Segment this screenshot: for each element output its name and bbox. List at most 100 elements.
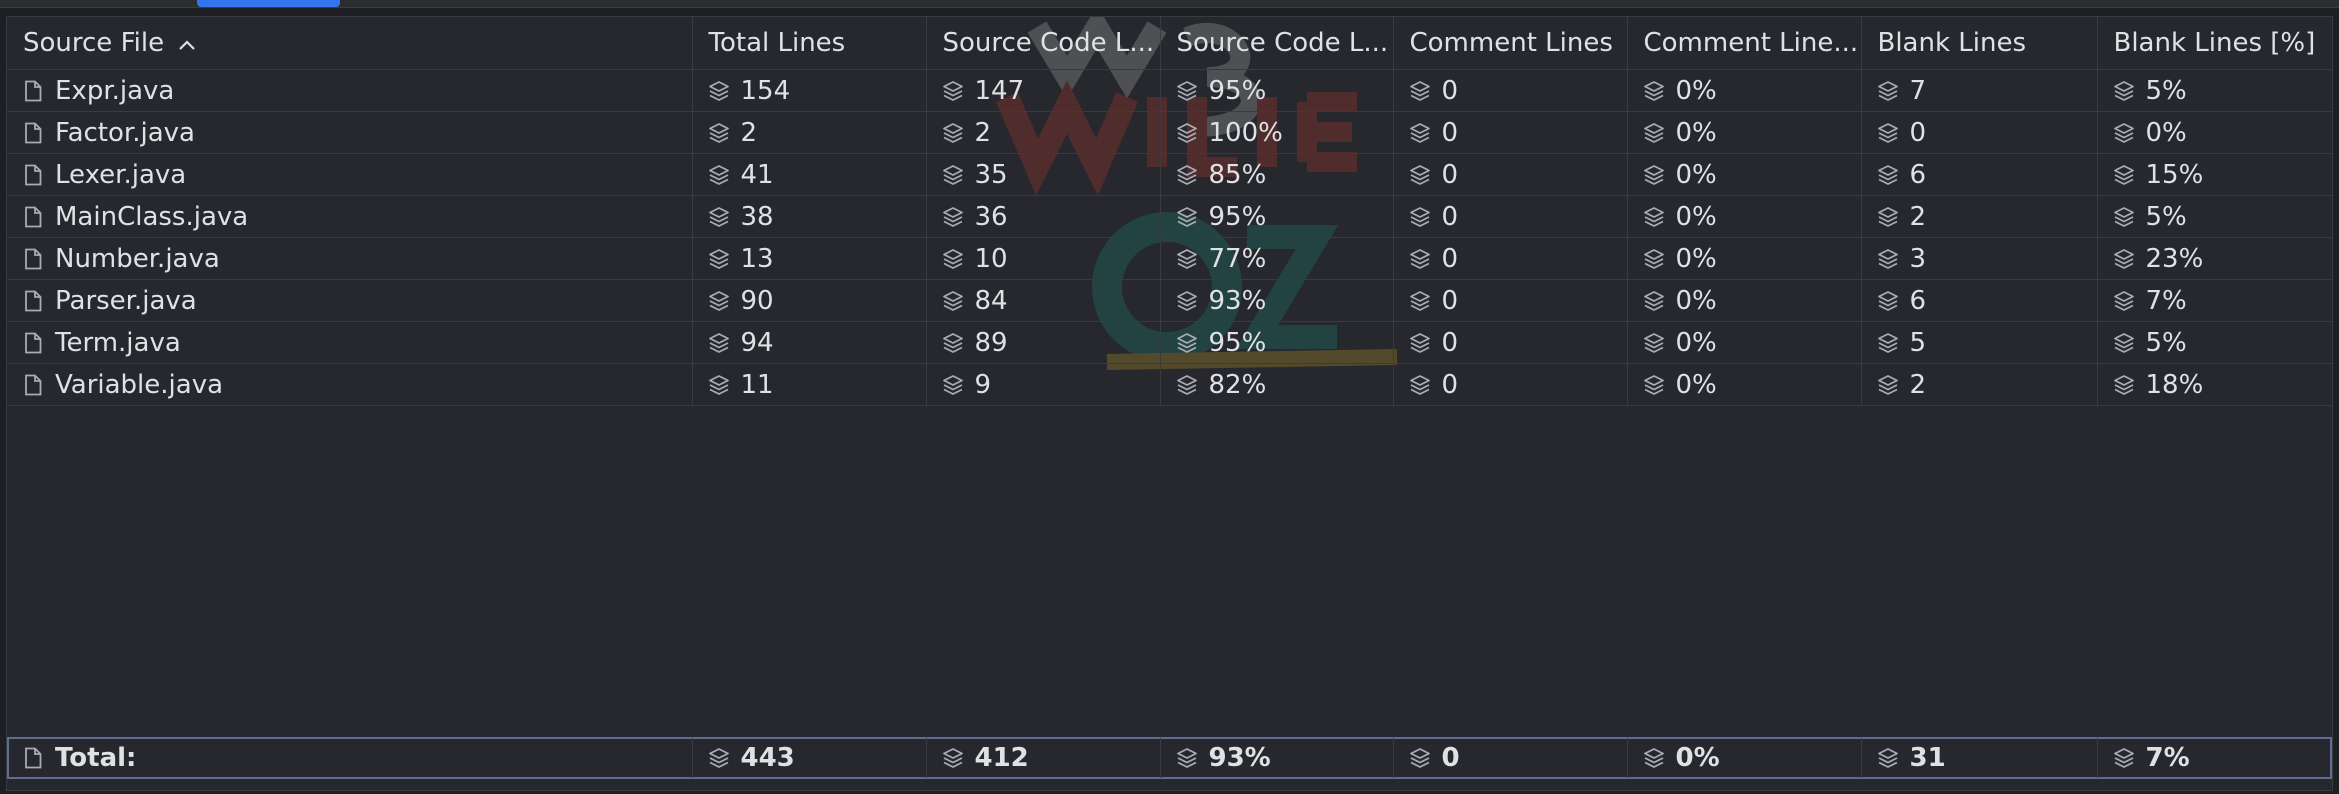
table-row[interactable]: Lexer.java 41 35 85% 0 0% 6 15% xyxy=(7,153,2332,196)
metric-value: 5% xyxy=(2145,201,2187,232)
cell-total-lines: 11 xyxy=(692,363,927,406)
table-row[interactable]: MainClass.java 38 36 95% 0 0% 2 5% xyxy=(7,195,2332,238)
layers-icon xyxy=(1876,163,1900,187)
cell-comment-lines: 0 xyxy=(1393,237,1628,280)
metric-value: 13 xyxy=(740,243,774,274)
cell-source-code-lines: 35 xyxy=(926,153,1161,196)
active-tab-indicator[interactable] xyxy=(197,0,340,7)
metric-value: 2 xyxy=(740,117,758,148)
table-row[interactable]: Term.java 94 89 95% 0 0% 5 5% xyxy=(7,321,2332,364)
cell-blank-lines: 2 xyxy=(1861,195,2098,238)
total-row[interactable]: Total: 443 412 93% 0 0% 31 7% xyxy=(7,737,2332,779)
cell-comment-lines-percent: 0% xyxy=(1627,69,1862,112)
metric-value: 0 xyxy=(1441,327,1459,358)
layers-icon xyxy=(1175,247,1199,271)
layers-icon xyxy=(1175,331,1199,355)
cell-blank-lines-percent: 5% xyxy=(2097,195,2332,238)
cell-source-code-lines-percent: 77% xyxy=(1160,237,1394,280)
layers-icon xyxy=(2112,205,2136,229)
layers-icon xyxy=(707,79,731,103)
column-header-comment-lines[interactable]: Comment Lines xyxy=(1393,17,1628,70)
total-cell-source-code-lines-percent: 93% xyxy=(1160,738,1394,778)
cell-source-file: Term.java xyxy=(7,321,693,364)
column-header-total-lines[interactable]: Total Lines xyxy=(692,17,927,70)
column-header-source-code-lines[interactable]: Source Code L... xyxy=(926,17,1161,70)
column-header-source-code-lines-percent[interactable]: Source Code L... xyxy=(1160,17,1394,70)
metric-value: 0 xyxy=(1441,159,1459,190)
metric-value: 9 xyxy=(974,369,992,400)
metric-value: 38 xyxy=(740,201,774,232)
metric-value: 6 xyxy=(1909,285,1927,316)
cell-blank-lines-percent: 18% xyxy=(2097,363,2332,406)
file-name: Expr.java xyxy=(55,75,175,106)
layers-icon xyxy=(1175,373,1199,397)
header-row: Source File Total Lines Source Code L...… xyxy=(7,17,2332,70)
cell-comment-lines: 0 xyxy=(1393,153,1628,196)
column-header-source-file[interactable]: Source File xyxy=(7,17,693,70)
total-cell-blank-lines-percent: 7% xyxy=(2097,738,2332,778)
file-icon xyxy=(21,247,45,271)
layers-icon xyxy=(1642,331,1666,355)
layers-icon xyxy=(707,163,731,187)
file-name: MainClass.java xyxy=(55,201,249,232)
cell-source-code-lines: 9 xyxy=(926,363,1161,406)
cell-comment-lines: 0 xyxy=(1393,69,1628,112)
layers-icon xyxy=(1408,289,1432,313)
metric-value: 0 xyxy=(1441,285,1459,316)
layers-icon xyxy=(2112,373,2136,397)
metric-value: 77% xyxy=(1208,243,1267,274)
table-row[interactable]: Factor.java 2 2 100% 0 0% 0 0% xyxy=(7,111,2332,154)
metric-value: 100% xyxy=(1208,117,1283,148)
layers-icon xyxy=(2112,79,2136,103)
metric-value: 2 xyxy=(1909,369,1927,400)
cell-source-file: Number.java xyxy=(7,237,693,280)
metric-value: 0 xyxy=(1909,117,1927,148)
file-icon xyxy=(21,205,45,229)
metric-value: 95% xyxy=(1208,201,1267,232)
metric-value: 41 xyxy=(740,159,774,190)
cell-blank-lines-percent: 23% xyxy=(2097,237,2332,280)
metric-value: 10 xyxy=(974,243,1008,274)
metric-value: 95% xyxy=(1208,75,1267,106)
layers-icon xyxy=(1642,205,1666,229)
chevron-up-icon[interactable] xyxy=(178,28,196,58)
table-row[interactable]: Expr.java 154 147 95% 0 0% 7 5% xyxy=(7,69,2332,112)
metric-value: 443 xyxy=(740,743,795,773)
metric-value: 82% xyxy=(1208,369,1267,400)
metric-value: 31 xyxy=(1909,743,1946,773)
table-row[interactable]: Parser.java 90 84 93% 0 0% 6 7% xyxy=(7,279,2332,322)
column-header-blank-lines[interactable]: Blank Lines xyxy=(1861,17,2098,70)
metric-value: 15% xyxy=(2145,159,2204,190)
metric-value: 0% xyxy=(1675,285,1717,316)
cell-total-lines: 94 xyxy=(692,321,927,364)
metric-value: 5% xyxy=(2145,75,2187,106)
cell-comment-lines: 0 xyxy=(1393,363,1628,406)
cell-blank-lines-percent: 15% xyxy=(2097,153,2332,196)
cell-source-code-lines: 36 xyxy=(926,195,1161,238)
metric-value: 89 xyxy=(974,327,1008,358)
metric-value: 0 xyxy=(1441,743,1460,773)
layers-icon xyxy=(707,205,731,229)
layers-icon xyxy=(941,746,965,770)
metric-value: 95% xyxy=(1208,327,1267,358)
statistics-table: Source File Total Lines Source Code L...… xyxy=(7,17,2332,406)
column-header-blank-lines-percent[interactable]: Blank Lines [%] xyxy=(2097,17,2332,70)
metric-value: 35 xyxy=(974,159,1008,190)
metric-value: 11 xyxy=(740,369,774,400)
column-header-comment-lines-percent[interactable]: Comment Line... xyxy=(1627,17,1862,70)
metric-value: 0 xyxy=(1441,369,1459,400)
metric-value: 85% xyxy=(1208,159,1267,190)
statistics-panel: Source File Total Lines Source Code L...… xyxy=(6,16,2333,791)
layers-icon xyxy=(1876,373,1900,397)
table-row[interactable]: Number.java 13 10 77% 0 0% 3 23% xyxy=(7,237,2332,280)
layers-icon xyxy=(2112,247,2136,271)
cell-blank-lines: 7 xyxy=(1861,69,2098,112)
layers-icon xyxy=(707,373,731,397)
layers-icon xyxy=(1642,289,1666,313)
cell-source-code-lines: 147 xyxy=(926,69,1161,112)
layers-icon xyxy=(1642,746,1666,770)
table-row[interactable]: Variable.java 11 9 82% 0 0% 2 18% xyxy=(7,363,2332,406)
cell-source-file: Parser.java xyxy=(7,279,693,322)
cell-comment-lines: 0 xyxy=(1393,195,1628,238)
layers-icon xyxy=(1876,247,1900,271)
